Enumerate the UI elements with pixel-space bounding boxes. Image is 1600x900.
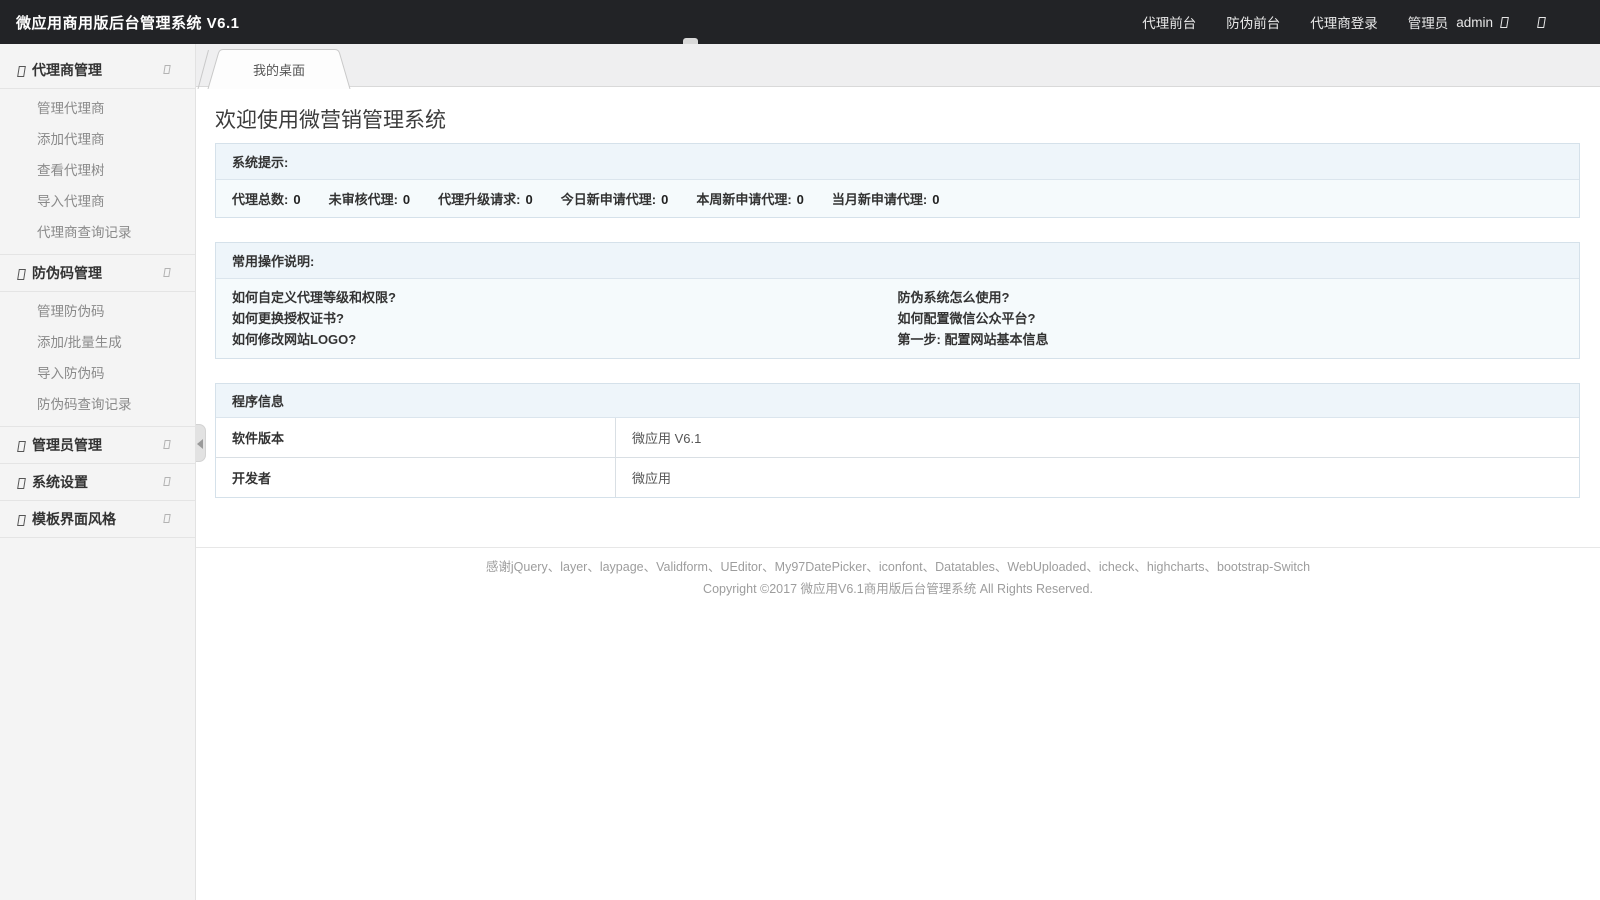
stat-value: 0 <box>932 192 940 207</box>
admin-username: admin <box>1456 14 1493 30</box>
stat-value: 0 <box>402 192 411 207</box>
stat-label: 当月新申请代理: <box>831 192 928 207</box>
sidebar-section-template-style[interactable]: 模板界面风格 <box>0 501 195 538</box>
operations-header: 常用操作说明: <box>216 243 1579 279</box>
sidebar-item-manage-codes[interactable]: 管理防伪码 <box>0 296 195 327</box>
menu-section-icon <box>17 440 26 452</box>
sidebar-section-label: 代理商管理 <box>32 62 102 78</box>
menu-section-icon <box>17 477 26 489</box>
faq-link-wechat-platform[interactable]: 如何配置微信公众平台? <box>898 308 1564 329</box>
developer-label: 开发者 <box>216 458 616 497</box>
system-tips-panel: 系统提示: 代理总数: 0 未审核代理: 0 代理升级请求: 0 今日新申请代理: 0 <box>215 143 1580 218</box>
operations-left-column: 如何自定义代理等级和权限? 如何更换授权证书? 如何修改网站LOGO? <box>232 287 898 350</box>
main-area: 我的桌面 欢迎使用微营销管理系统 系统提示: 代理总数: 0 未审核代理: 0 代理… <box>196 44 1600 900</box>
program-info-panel: 程序信息 软件版本 微应用 V6.1 开发者 微应用 <box>215 383 1580 498</box>
sidebar-children-antifake-management: 管理防伪码 添加/批量生成 导入防伪码 防伪码查询记录 <box>0 292 195 427</box>
software-version-label: 软件版本 <box>216 418 616 457</box>
software-version-value: 微应用 V6.1 <box>632 431 702 446</box>
stat-new-this-month: 当月新申请代理: 0 <box>832 189 940 208</box>
faq-link-license[interactable]: 如何更换授权证书? <box>232 308 898 329</box>
table-row: 开发者 微应用 <box>216 457 1579 497</box>
caret-down-icon <box>1500 16 1509 28</box>
menu-section-icon <box>17 268 26 280</box>
stat-unreviewed-agents: 未审核代理: 0 <box>329 189 411 208</box>
developer-value: 微应用 <box>632 471 672 486</box>
sidebar-section-label: 防伪码管理 <box>32 265 102 281</box>
admin-dropdown[interactable]: 管理员 admin <box>1407 12 1509 32</box>
agent-login-link[interactable]: 代理商登录 <box>1310 12 1378 32</box>
footer-copyright: Copyright ©2017 微应用V6.1商用版后台管理系统 All Rig… <box>703 582 1093 596</box>
sidebar-item-add-agent[interactable]: 添加代理商 <box>0 124 195 155</box>
sidebar-item-view-agent-tree[interactable]: 查看代理树 <box>0 155 195 186</box>
logout-icon[interactable] <box>1537 16 1546 28</box>
app-title: 微应用商用版后台管理系统 V6.1 <box>16 14 240 32</box>
sidebar-collapse-handle[interactable] <box>196 424 206 462</box>
stat-label: 今日新申请代理: <box>560 192 657 207</box>
sidebar-item-agent-query-log[interactable]: 代理商查询记录 <box>0 217 195 248</box>
collapse-left-icon <box>197 439 203 449</box>
stat-upgrade-requests: 代理升级请求: 0 <box>438 189 533 208</box>
chevron-icon <box>163 65 171 74</box>
antifake-frontend-link[interactable]: 防伪前台 <box>1226 12 1280 32</box>
page-footer: 感谢jQuery、layer、laypage、Validform、UEditor… <box>196 547 1600 600</box>
page-title: 欢迎使用微营销管理系统 <box>215 109 446 132</box>
stat-value: 0 <box>661 192 669 207</box>
program-info-body: 软件版本 微应用 V6.1 开发者 微应用 <box>216 418 1579 497</box>
stat-label: 代理总数: <box>232 192 289 207</box>
stat-value: 0 <box>796 192 804 207</box>
operations-panel: 常用操作说明: 如何自定义代理等级和权限? 如何更换授权证书? 如何修改网站LO… <box>215 242 1580 359</box>
sidebar-item-batch-generate[interactable]: 添加/批量生成 <box>0 327 195 358</box>
topbar-nav: 代理前台 防伪前台 代理商登录 管理员 admin <box>1142 12 1546 32</box>
stat-label: 本周新申请代理: <box>696 192 792 207</box>
sidebar-section-label: 模板界面风格 <box>32 511 116 527</box>
sidebar-section-antifake-management[interactable]: 防伪码管理 <box>0 255 195 292</box>
stat-new-this-week: 本周新申请代理: 0 <box>696 189 804 208</box>
sidebar-item-code-query-log[interactable]: 防伪码查询记录 <box>0 389 195 420</box>
agent-frontend-link[interactable]: 代理前台 <box>1142 12 1196 32</box>
tab-label: 我的桌面 <box>252 63 305 78</box>
menu-section-icon <box>17 514 26 526</box>
tab-strip: 我的桌面 <box>196 44 1600 89</box>
sidebar-section-label: 系统设置 <box>32 474 88 490</box>
sidebar-item-import-codes[interactable]: 导入防伪码 <box>0 358 195 389</box>
stat-label: 代理升级请求: <box>438 192 521 207</box>
sidebar-section-agent-management[interactable]: 代理商管理 <box>0 52 195 89</box>
sidebar-item-import-agents[interactable]: 导入代理商 <box>0 186 195 217</box>
sidebar: 代理商管理 管理代理商 添加代理商 查看代理树 导入代理商 代理商查询记录 防伪… <box>0 44 196 900</box>
faq-link-agent-levels[interactable]: 如何自定义代理等级和权限? <box>232 287 898 308</box>
faq-link-logo[interactable]: 如何修改网站LOGO? <box>232 329 898 350</box>
page-content: 欢迎使用微营销管理系统 系统提示: 代理总数: 0 未审核代理: 0 代理升级请求:… <box>196 104 1600 498</box>
program-info-header: 程序信息 <box>216 384 1579 418</box>
menu-section-icon <box>17 65 26 77</box>
sidebar-section-label: 管理员管理 <box>32 437 102 453</box>
chevron-icon <box>163 268 171 277</box>
table-row: 软件版本 微应用 V6.1 <box>216 418 1579 457</box>
chevron-icon <box>163 514 171 523</box>
system-tips-body: 代理总数: 0 未审核代理: 0 代理升级请求: 0 今日新申请代理: 0 本周新申请代… <box>216 180 1579 217</box>
sidebar-children-agent-management: 管理代理商 添加代理商 查看代理树 导入代理商 代理商查询记录 <box>0 89 195 255</box>
sidebar-item-manage-agents[interactable]: 管理代理商 <box>0 93 195 124</box>
stat-new-today: 今日新申请代理: 0 <box>561 189 669 208</box>
sidebar-section-system-settings[interactable]: 系统设置 <box>0 464 195 501</box>
tab-my-desktop[interactable]: 我的桌面 <box>196 47 366 89</box>
admin-role-label: 管理员 <box>1407 16 1449 31</box>
sidebar-section-admin-management[interactable]: 管理员管理 <box>0 427 195 464</box>
chevron-icon <box>163 477 171 486</box>
topbar: 微应用商用版后台管理系统 V6.1 代理前台 防伪前台 代理商登录 管理员 ad… <box>0 0 1600 44</box>
faq-link-site-basic-info[interactable]: 第一步: 配置网站基本信息 <box>898 329 1564 350</box>
system-tips-header: 系统提示: <box>216 144 1579 180</box>
stat-value: 0 <box>293 192 301 207</box>
stat-value: 0 <box>525 192 533 207</box>
faq-link-antifake-usage[interactable]: 防伪系统怎么使用? <box>898 287 1564 308</box>
chevron-icon <box>163 440 171 449</box>
operations-right-column: 防伪系统怎么使用? 如何配置微信公众平台? 第一步: 配置网站基本信息 <box>898 287 1564 350</box>
footer-thanks: 感谢jQuery、layer、laypage、Validform、UEditor… <box>485 560 1311 574</box>
operations-body: 如何自定义代理等级和权限? 如何更换授权证书? 如何修改网站LOGO? 防伪系统… <box>216 279 1579 358</box>
stat-total-agents: 代理总数: 0 <box>232 189 301 208</box>
stat-label: 未审核代理: <box>328 192 398 207</box>
